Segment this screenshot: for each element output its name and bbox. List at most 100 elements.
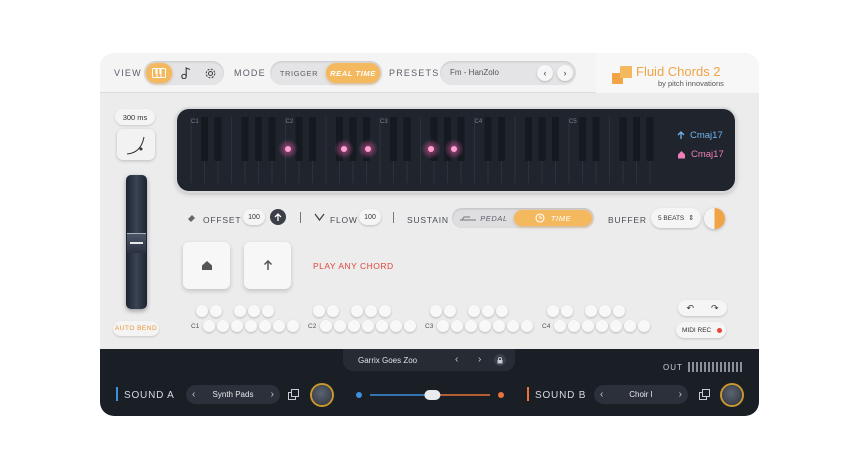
- home-chord-button[interactable]: [183, 242, 230, 289]
- settings-button[interactable]: [200, 63, 220, 83]
- mini-black-key[interactable]: [210, 305, 222, 317]
- mini-white-key[interactable]: [390, 320, 402, 332]
- mini-black-key[interactable]: [468, 305, 480, 317]
- sound-b-prev-button[interactable]: ‹: [600, 389, 603, 400]
- preset-prev-button[interactable]: ‹: [537, 65, 553, 81]
- sustain-pedal-option[interactable]: PEDAL: [456, 210, 512, 226]
- mini-white-key[interactable]: [465, 320, 477, 332]
- mini-black-key[interactable]: [365, 305, 377, 317]
- theme-lock-button[interactable]: [494, 354, 506, 366]
- mini-white-key[interactable]: [596, 320, 608, 332]
- active-note: [365, 146, 371, 152]
- meter-segment: [720, 362, 722, 372]
- sound-a-next-button[interactable]: ›: [271, 389, 274, 400]
- bend-curve-button[interactable]: [117, 129, 155, 160]
- mini-white-key[interactable]: [348, 320, 360, 332]
- buffer-selector[interactable]: 5 BEATS ⇕: [651, 208, 701, 228]
- offset-direction-button[interactable]: [270, 209, 286, 225]
- arrow-up-icon: [274, 212, 282, 221]
- mini-black-key[interactable]: [196, 305, 208, 317]
- mini-white-key[interactable]: [273, 320, 285, 332]
- buffer-label: BUFFER: [608, 215, 647, 225]
- mini-black-key[interactable]: [561, 305, 573, 317]
- theme-next-button[interactable]: ›: [478, 354, 481, 365]
- sound-a-accent: [116, 387, 118, 401]
- mini-octave-label: C2: [308, 323, 317, 330]
- mini-black-key[interactable]: [482, 305, 494, 317]
- preset-next-button[interactable]: ›: [557, 65, 573, 81]
- redo-button[interactable]: ↷: [711, 303, 719, 314]
- mini-black-key[interactable]: [327, 305, 339, 317]
- mini-black-key[interactable]: [547, 305, 559, 317]
- mini-white-key[interactable]: [624, 320, 636, 332]
- sound-b-next-button[interactable]: ›: [679, 389, 682, 400]
- mini-white-key[interactable]: [334, 320, 346, 332]
- mini-white-key[interactable]: [521, 320, 533, 332]
- undo-button[interactable]: ↶: [686, 303, 694, 314]
- sound-a-prev-button[interactable]: ‹: [192, 389, 195, 400]
- mini-black-key[interactable]: [585, 305, 597, 317]
- sound-a-volume-knob[interactable]: [312, 385, 332, 405]
- mini-black-key[interactable]: [444, 305, 456, 317]
- black-key: [552, 117, 559, 161]
- sound-a-selector[interactable]: ‹ Synth Pads ›: [186, 385, 280, 404]
- mini-black-key[interactable]: [351, 305, 363, 317]
- mini-white-key[interactable]: [245, 320, 257, 332]
- theme-prev-button[interactable]: ‹: [455, 354, 458, 365]
- mini-white-key[interactable]: [231, 320, 243, 332]
- copy-icon[interactable]: [288, 389, 300, 401]
- pitch-bend-handle[interactable]: [127, 233, 146, 253]
- latency-display[interactable]: 300 ms: [115, 109, 155, 125]
- mode-realtime-option[interactable]: REAL TIME: [326, 63, 380, 83]
- mini-black-key[interactable]: [234, 305, 246, 317]
- divider: [300, 212, 301, 223]
- mini-black-key[interactable]: [496, 305, 508, 317]
- mini-white-key[interactable]: [437, 320, 449, 332]
- preset-selector[interactable]: Fm - HanZolo ‹ ›: [440, 61, 576, 85]
- mode-trigger-option[interactable]: TRIGGER: [274, 63, 324, 83]
- mini-black-key[interactable]: [262, 305, 274, 317]
- mini-white-key[interactable]: [610, 320, 622, 332]
- mini-white-key[interactable]: [493, 320, 505, 332]
- notes-view-button[interactable]: [176, 63, 196, 83]
- sound-b-volume-knob[interactable]: [722, 385, 742, 405]
- next-chord-button[interactable]: [244, 242, 291, 289]
- flow-value[interactable]: 100: [359, 209, 381, 225]
- mini-white-key[interactable]: [404, 320, 416, 332]
- mini-white-key[interactable]: [451, 320, 463, 332]
- mini-black-key[interactable]: [313, 305, 325, 317]
- mini-white-key[interactable]: [217, 320, 229, 332]
- mini-white-key[interactable]: [203, 320, 215, 332]
- keyboard-view-button[interactable]: [146, 63, 172, 83]
- copy-icon[interactable]: [699, 389, 711, 401]
- buffer-knob[interactable]: [704, 208, 725, 229]
- mini-white-key[interactable]: [259, 320, 271, 332]
- crossfade-slider[interactable]: [356, 389, 504, 401]
- black-key: [214, 117, 222, 161]
- meter-segment: [700, 362, 702, 372]
- mini-white-key[interactable]: [638, 320, 650, 332]
- mini-white-key[interactable]: [507, 320, 519, 332]
- mini-white-key[interactable]: [287, 320, 299, 332]
- mini-white-key[interactable]: [362, 320, 374, 332]
- auto-bend-button[interactable]: AUTO BEND: [113, 321, 159, 336]
- mini-black-key[interactable]: [430, 305, 442, 317]
- mini-black-key[interactable]: [248, 305, 260, 317]
- midi-rec-button[interactable]: MIDI REC: [676, 322, 726, 338]
- mini-black-key[interactable]: [379, 305, 391, 317]
- mini-black-key[interactable]: [599, 305, 611, 317]
- mini-white-key[interactable]: [320, 320, 332, 332]
- mini-black-key[interactable]: [613, 305, 625, 317]
- sound-b-selector[interactable]: ‹ Choir I ›: [594, 385, 688, 404]
- pitch-bend-slider[interactable]: [126, 175, 147, 309]
- mini-white-key[interactable]: [568, 320, 580, 332]
- mini-white-key[interactable]: [376, 320, 388, 332]
- mini-white-key[interactable]: [582, 320, 594, 332]
- offset-value[interactable]: 100: [243, 209, 265, 225]
- active-note: [428, 146, 434, 152]
- sustain-time-option[interactable]: TIME: [514, 210, 592, 226]
- mini-white-key[interactable]: [479, 320, 491, 332]
- next-chord-name: Cmaj17: [690, 130, 723, 141]
- mini-white-key[interactable]: [554, 320, 566, 332]
- crossfade-handle[interactable]: [424, 390, 441, 400]
